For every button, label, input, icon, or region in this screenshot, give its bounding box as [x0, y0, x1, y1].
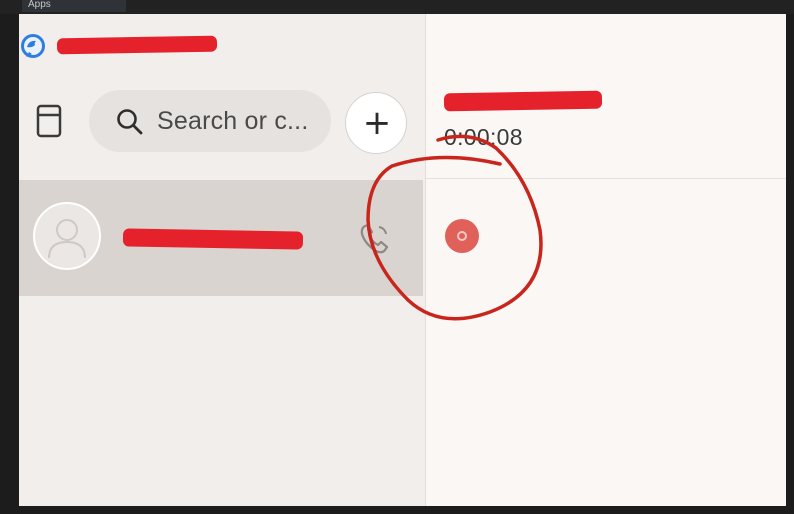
recording-indicator-icon[interactable]	[445, 219, 479, 253]
sidebar-toolbar: Search or c... +	[19, 86, 425, 156]
messaging-app-window: Search or c... + 0:00:08	[19, 14, 786, 506]
search-icon	[117, 109, 143, 135]
call-pane: 0:00:08	[426, 14, 786, 506]
phone-call-icon	[360, 223, 389, 254]
search-box[interactable]: Search or c...	[89, 90, 331, 152]
person-placeholder-icon	[48, 219, 86, 259]
search-input[interactable]: Search or c...	[157, 107, 308, 136]
top-tab-fragment[interactable]: Apps	[22, 0, 126, 12]
plus-icon: +	[362, 103, 392, 143]
app-titlebar	[19, 32, 425, 62]
window-top-strip: Apps	[0, 0, 794, 14]
redacted-contact-name	[122, 228, 304, 250]
screenshot-frame: Apps Search or c... + 0:00:08	[0, 0, 794, 514]
app-logo-icon	[21, 34, 45, 58]
avatar	[33, 202, 101, 270]
redacted-account-name	[56, 35, 218, 55]
call-timer: 0:00:08	[444, 124, 523, 150]
call-header: 0:00:08	[426, 14, 786, 179]
panel-toggle-icon[interactable]	[35, 104, 63, 138]
new-chat-button[interactable]: +	[345, 92, 407, 154]
sidebar: Search or c... +	[19, 14, 426, 506]
redacted-caller-name	[443, 90, 603, 112]
conversation-list-item[interactable]	[19, 180, 423, 296]
